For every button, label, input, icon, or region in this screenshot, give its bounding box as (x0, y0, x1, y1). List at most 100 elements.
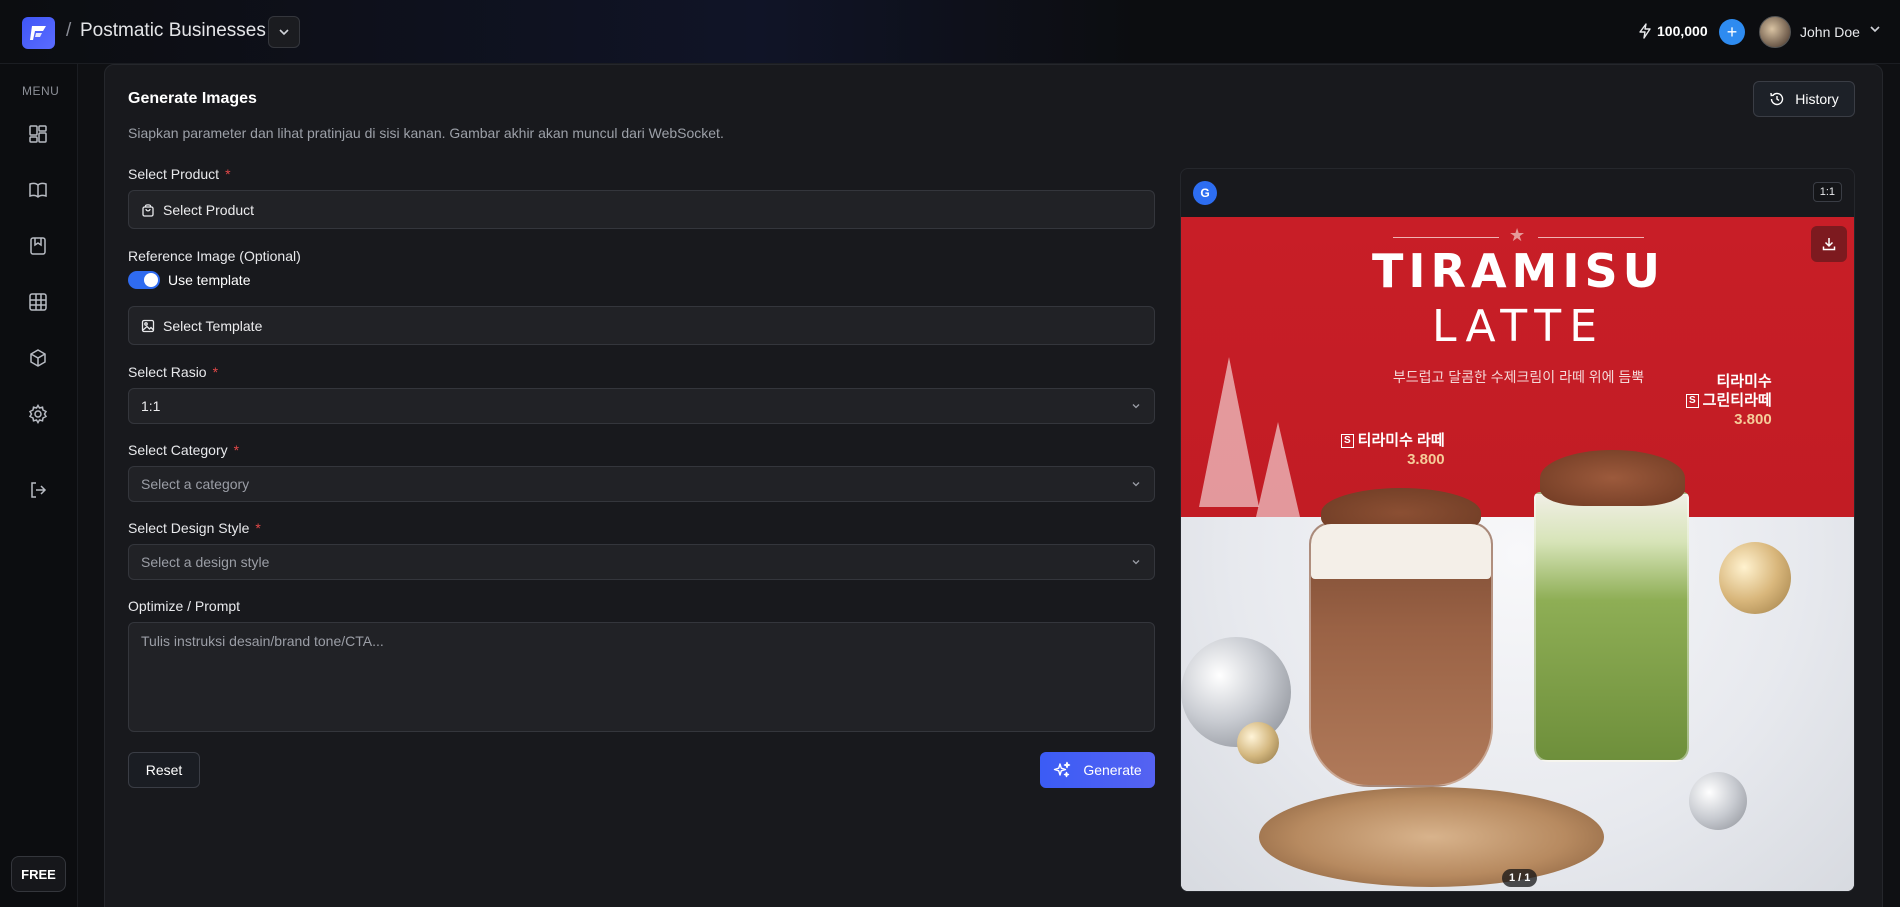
history-label: History (1795, 91, 1839, 107)
chevron-down-icon (1132, 560, 1140, 565)
decor-line (1538, 237, 1644, 238)
history-icon (1770, 92, 1784, 106)
reference-image-label: Reference Image (Optional) (128, 248, 301, 264)
category-select[interactable]: Select a category (128, 466, 1155, 502)
book-icon (29, 182, 47, 199)
sidebar-item-grid[interactable] (24, 288, 52, 316)
generate-label: Generate (1083, 762, 1142, 778)
glass-tree (1256, 422, 1300, 517)
select-template-field[interactable]: Select Template (128, 306, 1155, 345)
add-credits-button[interactable]: + (1719, 19, 1745, 45)
sidebar-item-library[interactable] (24, 176, 52, 204)
shopping-bag-icon (142, 203, 154, 217)
item-name: 그린티라떼 (1702, 392, 1772, 409)
category-label: Select Category * (128, 442, 239, 458)
poster-title-line2: LATTE (1432, 301, 1605, 352)
grid-icon (29, 293, 47, 311)
gold-ornament (1719, 542, 1791, 614)
page-title: Generate Images (128, 90, 257, 107)
download-button[interactable] (1811, 226, 1847, 262)
item-name: 티라미수 라떼 (1357, 432, 1445, 449)
credits-balance: 100,000 (1638, 23, 1708, 39)
ratio-badge: 1:1 (1812, 182, 1842, 202)
gold-ornament (1237, 722, 1279, 764)
breadcrumb-separator: / (66, 20, 72, 41)
required-mark: * (212, 364, 219, 380)
top-bar: / Postmatic Businesses 100,000 + John Do… (0, 0, 1900, 64)
bookmark-icon (30, 237, 46, 255)
plan-badge[interactable]: FREE (11, 856, 66, 892)
generate-images-card: Generate Images Siapkan parameter dan li… (104, 64, 1883, 907)
dashboard-icon (29, 125, 47, 143)
preview-panel: G 1:1 ★ TIRAMISU LATTE 부드럽고 달콤한 수제크림이 라떼… (1180, 168, 1855, 892)
avatar[interactable] (1759, 16, 1791, 48)
menu-label: MENU (22, 84, 60, 98)
product-label: Select Product * (128, 166, 231, 182)
username[interactable]: John Doe (1800, 24, 1860, 40)
app-logo[interactable] (22, 17, 55, 49)
select-product-field[interactable]: Select Product (128, 190, 1155, 229)
glass-tree (1199, 357, 1259, 507)
design-style-placeholder: Select a design style (141, 554, 270, 570)
star-icon: ★ (1509, 225, 1526, 245)
green-tea-latte-cup (1534, 450, 1689, 762)
prompt-label: Optimize / Prompt (128, 598, 241, 614)
sidebar-item-saved[interactable] (24, 232, 52, 260)
history-button[interactable]: History (1753, 81, 1855, 117)
chevron-down-icon (279, 29, 289, 36)
prompt-textarea[interactable]: Tulis instruksi desain/brand tone/CTA... (128, 622, 1155, 732)
item-name: 티라미수 (1716, 373, 1772, 390)
tiramisu-latte-cup (1309, 488, 1493, 787)
workspace-switcher-button[interactable] (268, 16, 300, 48)
category-placeholder: Select a category (141, 476, 250, 492)
silver-ornament (1689, 772, 1747, 830)
decor-line (1393, 237, 1499, 238)
required-mark: * (225, 166, 231, 182)
select-product-value: Select Product (163, 201, 255, 218)
sparkles-icon (1054, 761, 1071, 778)
page-indicator: 1 / 1 (1502, 869, 1538, 887)
logout-icon (31, 482, 47, 498)
ratio-label-text: Select Rasio (128, 364, 207, 380)
logo-icon (29, 26, 46, 40)
required-mark: * (255, 520, 261, 536)
gear-icon (28, 404, 48, 424)
use-template-label: Use template (168, 272, 251, 288)
cocoa-topping (1540, 450, 1685, 506)
required-mark: * (233, 442, 240, 458)
reset-button[interactable]: Reset (128, 752, 200, 788)
size-mark: S (1341, 434, 1354, 448)
chevron-down-icon (1132, 482, 1140, 487)
ratio-value: 1:1 (141, 398, 161, 414)
lightning-icon (1639, 23, 1651, 39)
wood-slice (1259, 787, 1604, 887)
price-label-green-tea-latte: 티라미수 S 그린티라떼 3.800 (1686, 372, 1772, 429)
sidebar-item-logout[interactable] (24, 476, 52, 504)
design-style-label-text: Select Design Style (128, 520, 250, 536)
ratio-label: Select Rasio * (128, 364, 218, 380)
credits-value: 100,000 (1657, 23, 1708, 39)
design-style-select[interactable]: Select a design style (128, 544, 1155, 580)
workspace-name: Postmatic Businesses (80, 20, 266, 41)
size-mark: S (1686, 394, 1699, 408)
model-badge: G (1193, 181, 1217, 205)
use-template-toggle[interactable] (128, 271, 160, 289)
price-label-tiramisu-latte: S 티라미수 라떼 3.800 (1341, 431, 1445, 469)
download-icon (1822, 238, 1836, 251)
sidebar-item-dashboard[interactable] (24, 120, 52, 148)
sidebar-item-settings[interactable] (24, 400, 52, 428)
chevron-down-icon[interactable] (1868, 22, 1882, 36)
ratio-select[interactable]: 1:1 (128, 388, 1155, 424)
product-label-text: Select Product (128, 166, 220, 182)
generate-button[interactable]: Generate (1040, 752, 1155, 788)
poster-title-line1: TIRAMISU (1372, 244, 1665, 298)
cream-layer (1311, 524, 1491, 579)
item-price: 3.800 (1734, 411, 1772, 428)
chevron-down-icon (1132, 404, 1140, 409)
page-subtitle: Siapkan parameter dan lihat pratinjau di… (128, 125, 724, 141)
item-price: 3.800 (1407, 451, 1445, 468)
preview-image[interactable]: ★ TIRAMISU LATTE 부드럽고 달콤한 수제크림이 라떼 위에 듬뿍 (1181, 217, 1854, 891)
box-icon (30, 349, 46, 367)
sidebar-item-products[interactable] (24, 344, 52, 372)
sidebar: MENU FREE (0, 64, 78, 907)
